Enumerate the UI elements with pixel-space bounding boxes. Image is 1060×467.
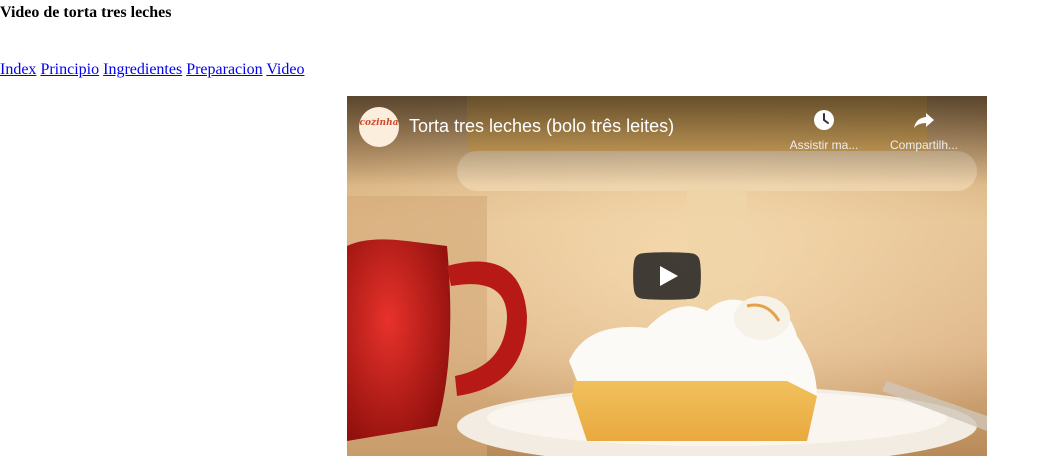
nav-link-index[interactable]: Index xyxy=(0,61,36,78)
nav-link-principio[interactable]: Principio xyxy=(40,61,99,78)
video-embed[interactable]: cozinha Torta tres leches (bolo três lei… xyxy=(347,96,987,456)
video-title[interactable]: Torta tres leches (bolo três leites) xyxy=(409,116,674,137)
share-button[interactable]: Compartilh... xyxy=(879,108,969,152)
channel-logo-text: cozinha xyxy=(359,118,399,128)
watch-later-label: Assistir ma... xyxy=(789,138,859,152)
share-arrow-icon xyxy=(914,113,934,128)
channel-avatar[interactable]: cozinha xyxy=(359,107,399,147)
clock-icon xyxy=(814,110,834,130)
nav-link-preparacion[interactable]: Preparacion xyxy=(186,61,262,78)
play-button[interactable] xyxy=(633,252,701,300)
nav-menu: Index Principio Ingredientes Preparacion… xyxy=(0,60,304,79)
nav-link-ingredientes[interactable]: Ingredientes xyxy=(103,61,182,78)
share-label: Compartilh... xyxy=(889,138,959,152)
nav-link-video[interactable]: Video xyxy=(266,61,304,78)
watch-later-button[interactable]: Assistir ma... xyxy=(779,108,869,152)
page-title: Video de torta tres leches xyxy=(0,4,172,21)
